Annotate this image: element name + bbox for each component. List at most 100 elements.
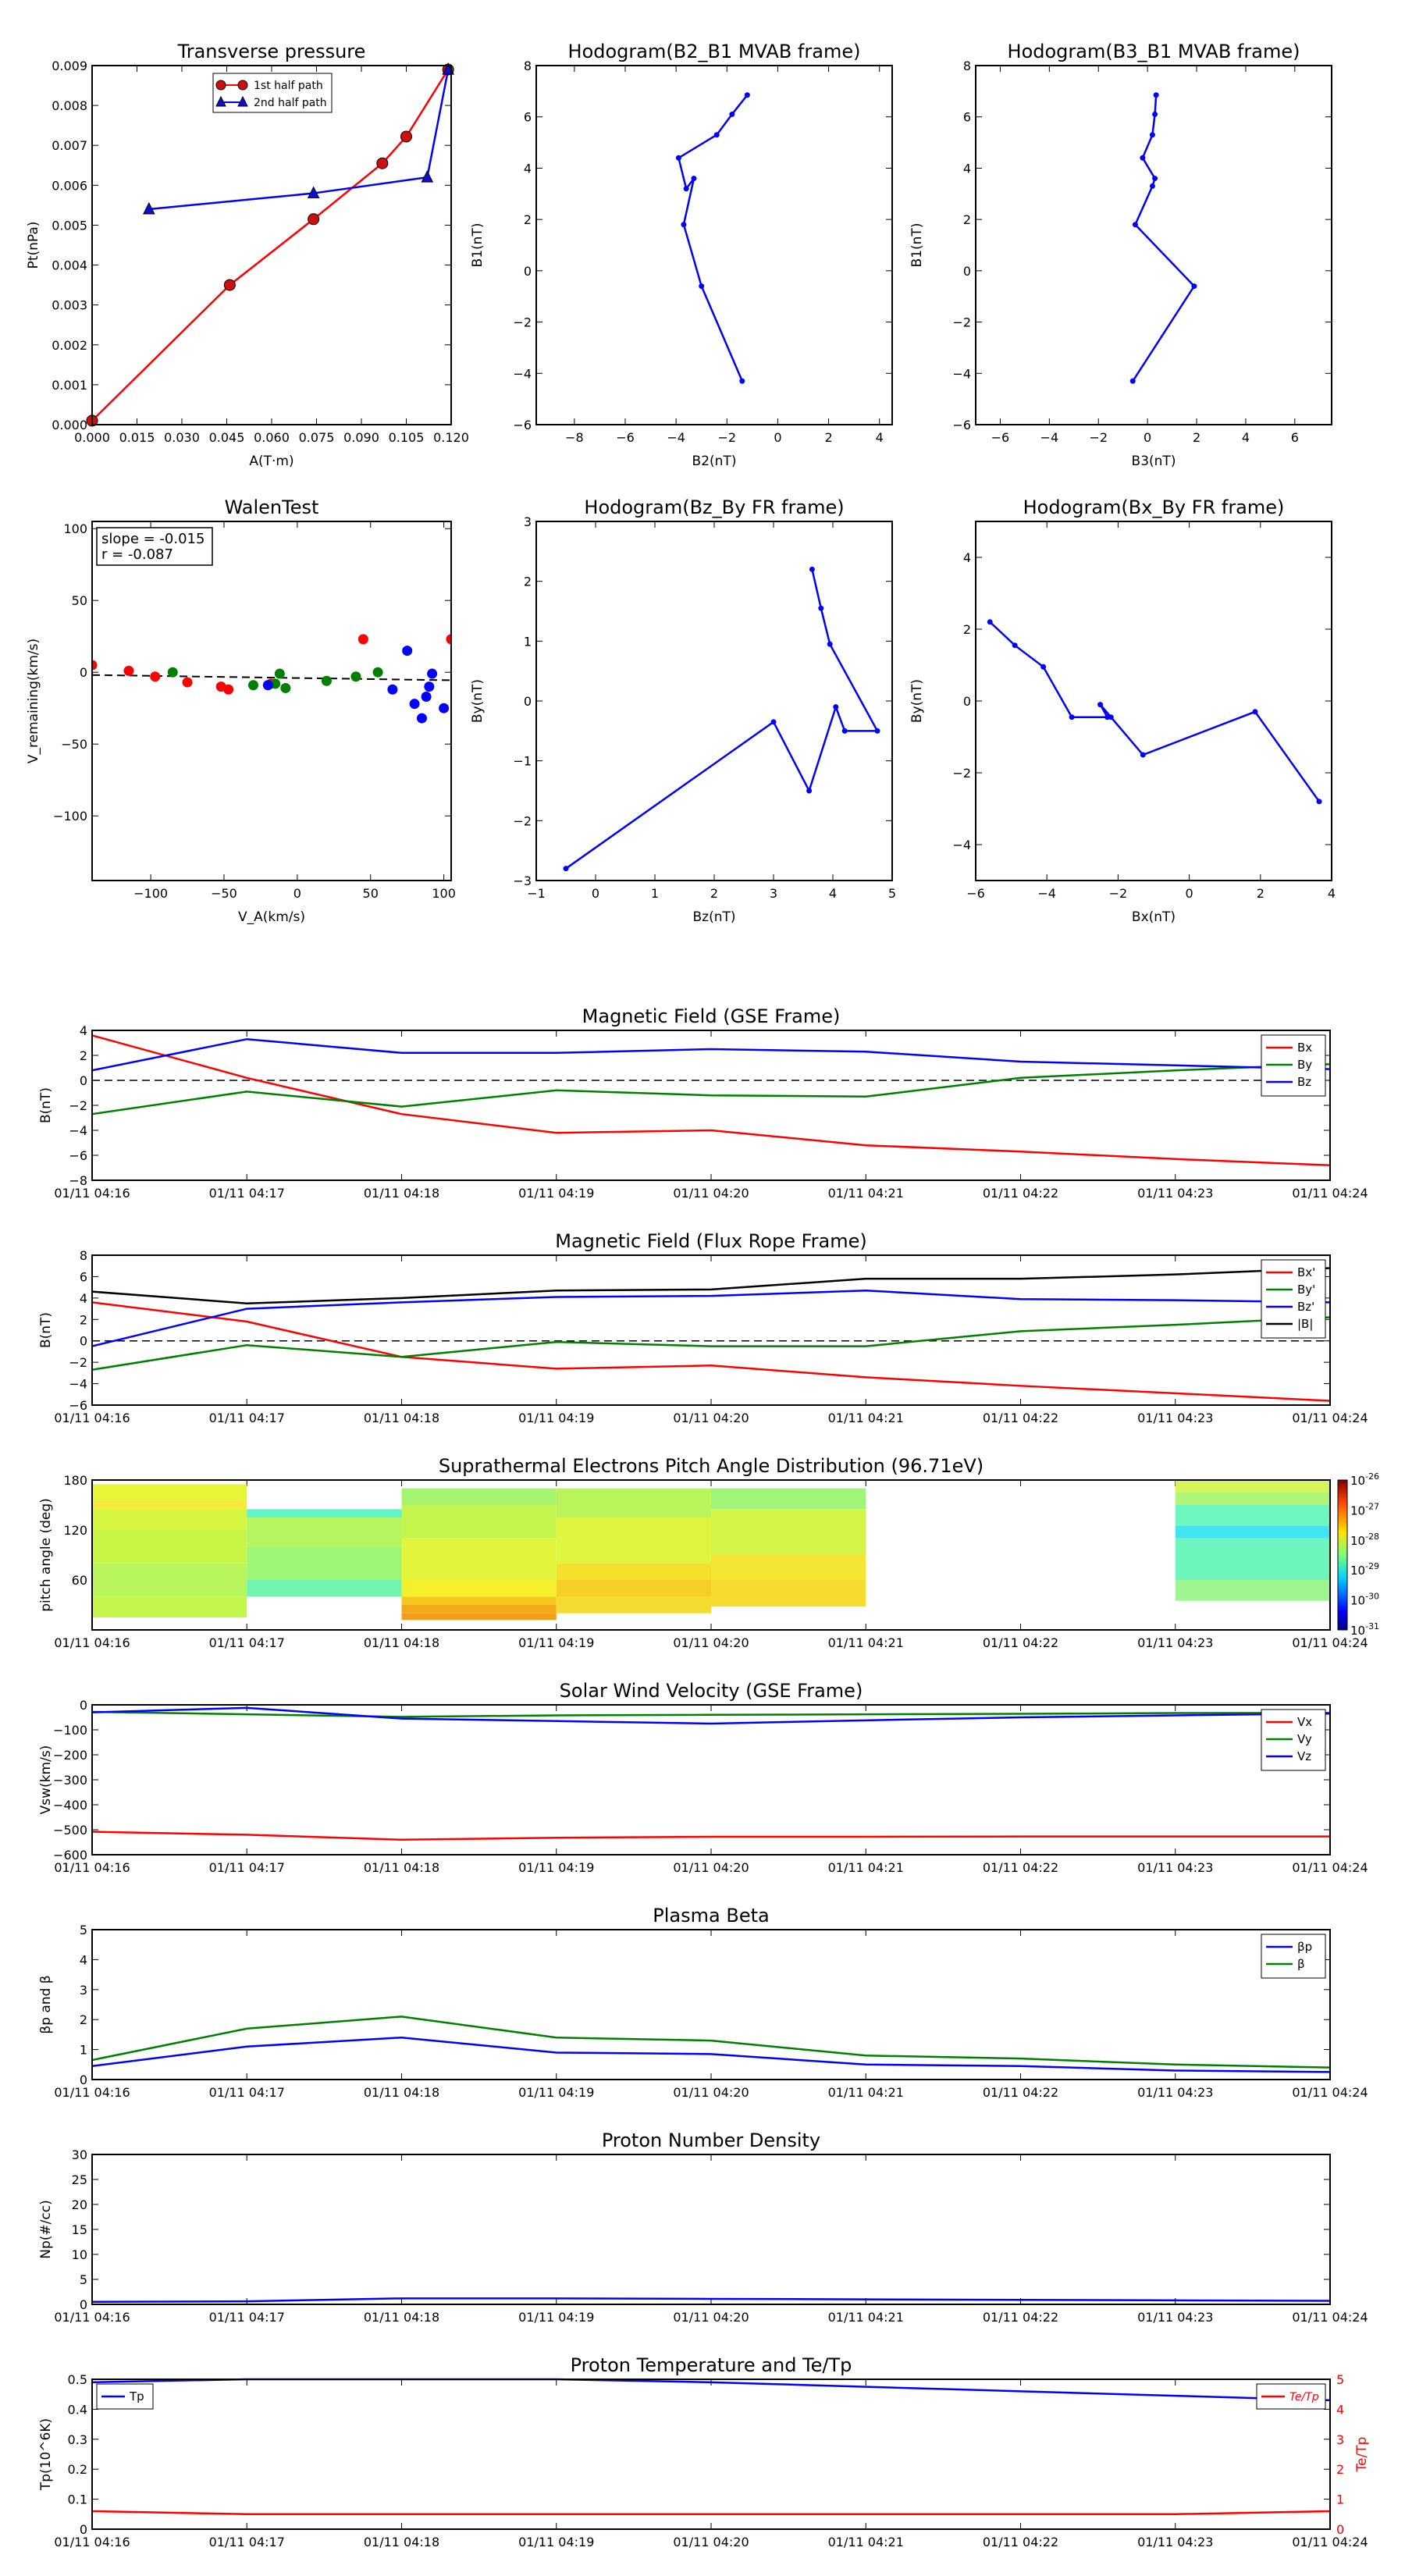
walen-point (357, 634, 368, 645)
hodo3-xtick-label: 0 (592, 886, 599, 901)
hodo2-ytick-label: 2 (963, 212, 971, 227)
walen-xtick-label: 100 (432, 886, 456, 901)
pad-xtick-label: 01/11 04:21 (828, 1635, 904, 1650)
pad-cell (401, 1613, 557, 1621)
hodo3-xtick-label: 4 (829, 886, 837, 901)
bgse-ytick-label: −2 (69, 1098, 87, 1113)
bfr-ylabel: B(nT) (38, 1312, 54, 1348)
hodo2-xtick-label: −4 (1040, 430, 1059, 445)
np-xtick-label: 01/11 04:21 (828, 2310, 904, 2325)
np-ytick-label: 10 (72, 2247, 87, 2262)
walen-xtick-label: 50 (363, 886, 379, 901)
np-title: Proton Number Density (602, 2129, 820, 2151)
beta-xtick-label: 01/11 04:21 (828, 2085, 904, 2100)
beta-series-line (91, 2036, 1331, 2073)
bgse-series-line (91, 1062, 1331, 1115)
vsw-ytick-label: −300 (53, 1773, 87, 1788)
tp-chart: Proton Temperature and Te/Tp 0 0.1 0.2 0.3 0.… (38, 2354, 1370, 2549)
beta-xtick-label: 01/11 04:24 (1292, 2085, 1368, 2100)
pad-xtick-label: 01/11 04:22 (983, 1635, 1058, 1650)
walen-ytick-label: 100 (63, 521, 87, 536)
pad-xtick-label: 01/11 04:16 (54, 1635, 130, 1650)
tp-xtick-label: 01/11 04:20 (673, 2535, 749, 2549)
walen-point (223, 684, 234, 695)
bfr-title: Magnetic Field (Flux Rope Frame) (555, 1230, 866, 1252)
tp-series-line (91, 2378, 1331, 2402)
hodo2-xtick-label: 6 (1291, 430, 1299, 445)
hodo4-frame (975, 521, 1332, 881)
pad-cell (92, 1509, 247, 1530)
bgse-legend-label: By (1297, 1058, 1312, 1072)
hodo1-frame (535, 65, 893, 425)
walen-point (402, 646, 413, 656)
pad-xtick-label: 01/11 04:18 (364, 1635, 439, 1650)
tp-xtick-label: 01/11 04:18 (364, 2535, 439, 2549)
transverse-ytick-label: 0.008 (52, 98, 87, 113)
pad-xtick-label: 01/11 04:20 (673, 1635, 749, 1650)
tp-y2tick-label: 4 (1336, 2402, 1344, 2417)
hodo2-point (1129, 378, 1136, 384)
beta-series-line (91, 2016, 1331, 2069)
hodo1-point (683, 186, 689, 192)
vsw-frame (91, 1704, 1331, 1856)
beta-ytick-label: 2 (80, 2012, 87, 2027)
hodo3-point (841, 728, 848, 734)
hodo3-series-line (565, 569, 880, 870)
tp-y2tick-label: 3 (1336, 2432, 1344, 2447)
pad-cell (556, 1563, 711, 1580)
transverse-xtick-label: 0.120 (433, 430, 469, 445)
hodo2-series-line (1132, 94, 1196, 382)
beta-ytick-label: 4 (80, 1952, 87, 1967)
tp-ylabel: Tp(10^6K) (38, 2418, 54, 2491)
transverse-xlabel: A(T·m) (249, 454, 293, 469)
pad-cell (1175, 1493, 1330, 1505)
walen-point (427, 668, 438, 679)
hodo1-ytick-label: 6 (524, 110, 532, 125)
hodo4-xlabel: Bx(nT) (1132, 909, 1176, 925)
np-frame (91, 2154, 1331, 2305)
walen-point (167, 667, 178, 678)
vsw-chart: Solar Wind Velocity (GSE Frame)−600−500−… (38, 1680, 1368, 1875)
vsw-ytick-label: −400 (53, 1798, 87, 1813)
hodo3-xtick-label: 3 (770, 886, 777, 901)
bgse-xtick-label: 01/11 04:24 (1292, 1186, 1368, 1201)
hodo2-title: Hodogram(B3_B1 MVAB frame) (1008, 41, 1300, 62)
bfr-xtick-label: 01/11 04:19 (518, 1411, 594, 1425)
pad-cell (401, 1605, 557, 1614)
transverse-point (223, 279, 236, 291)
vsw-xtick-label: 01/11 04:21 (828, 1860, 904, 1875)
pad-colorbar-label: 10-31 (1350, 1621, 1379, 1638)
pad-cell (92, 1530, 247, 1564)
transverse-ytick-label: 0.009 (52, 59, 87, 73)
tp-xtick-label: 01/11 04:24 (1292, 2535, 1368, 2549)
bfr-series-line (91, 1316, 1331, 1371)
tp-ytick-label: 0.3 (68, 2432, 87, 2447)
tp-y2tick-label: 0 (1336, 2522, 1344, 2537)
walen-ylabel: V_remaining(km/s) (26, 639, 41, 763)
hodo1-ytick-label: −6 (513, 418, 532, 432)
transverse-ytick-label: 0.006 (52, 178, 87, 193)
hodo3-point (833, 704, 839, 710)
transverse-xtick-label: 0.090 (343, 430, 379, 445)
bfr-xtick-label: 01/11 04:16 (54, 1411, 130, 1425)
transverse-chart: Transverse pressure 0.000 0.015 0.030 0.045 0… (26, 41, 469, 469)
walen-point (123, 665, 134, 676)
walen-point (262, 680, 273, 691)
figure: Transverse pressure 0.000 0.015 0.030 0.045 0… (26, 41, 1379, 2549)
hodo3-ytick-label: −1 (513, 754, 532, 769)
walen-chart: WalenTest −100 −50 0 50 100 −100 −50 0 50 100 V_A(k… (26, 496, 456, 925)
beta-chart: Plasma Beta012345βp and β01/11 04:16 01/1… (38, 1905, 1368, 2100)
bgse-xtick-label: 01/11 04:17 (209, 1186, 285, 1201)
pad-cell (556, 1580, 711, 1597)
tp-ytick-label: 0.2 (68, 2462, 87, 2477)
pad-cell (92, 1563, 247, 1597)
vsw-legend-label: Vx (1297, 1715, 1312, 1729)
bgse-ytick-label: −6 (69, 1148, 87, 1163)
np-ytick-label: 15 (72, 2222, 87, 2237)
beta-xtick-label: 01/11 04:18 (364, 2085, 439, 2100)
walen-point (150, 671, 161, 682)
pad-colorbar-label: 10-29 (1350, 1561, 1379, 1578)
hodo4-point (1252, 709, 1258, 715)
hodo1-title: Hodogram(B2_B1 MVAB frame) (568, 41, 861, 62)
tp-ytick-label: 0.5 (68, 2372, 87, 2387)
